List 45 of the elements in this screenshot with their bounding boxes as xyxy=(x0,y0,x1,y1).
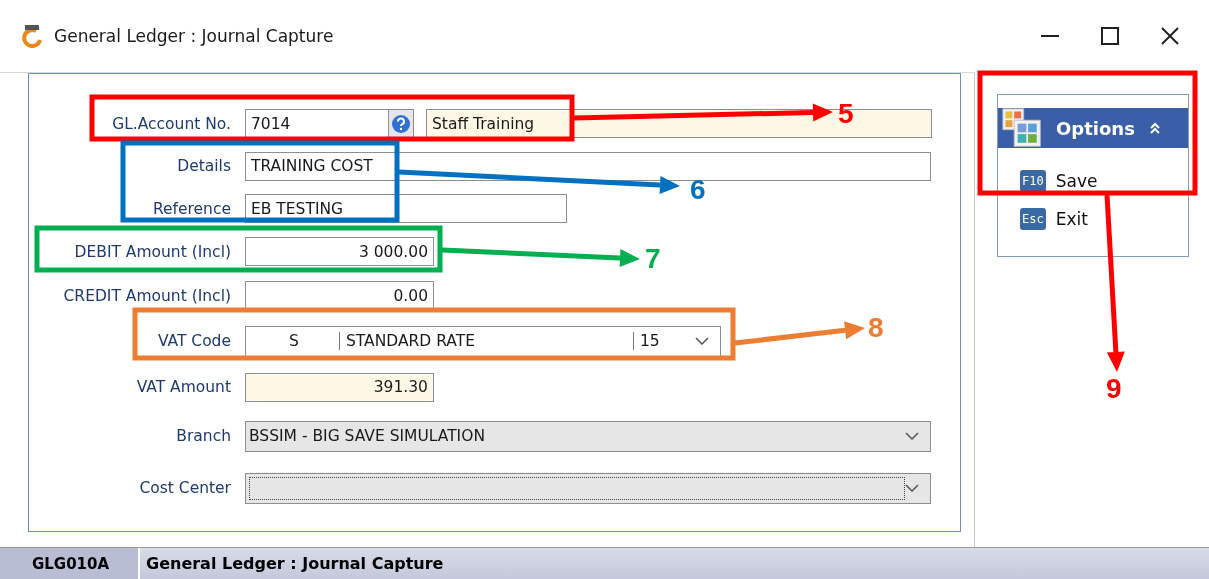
chevron-down-icon xyxy=(695,337,709,345)
vat-code-value: S xyxy=(288,332,300,350)
option-label: Exit xyxy=(1055,209,1088,229)
chevron-down-icon xyxy=(905,432,919,440)
key-badge: Esc xyxy=(1020,208,1046,230)
close-icon[interactable] xyxy=(1161,27,1179,45)
cost-center-dropdown[interactable] xyxy=(245,472,931,504)
option-item[interactable]: Esc Exit xyxy=(998,200,1188,238)
annotation-number: 9 xyxy=(1106,375,1122,403)
credit-amount-field[interactable]: 0.00 xyxy=(245,281,434,310)
option-label: Save xyxy=(1055,171,1098,191)
field-label: VAT Amount xyxy=(135,378,231,396)
field-label: GL.Account No. xyxy=(111,114,231,133)
details-field[interactable]: TRAINING COST xyxy=(245,151,931,181)
options-title: Options xyxy=(1056,117,1135,139)
vat-rate-value: 15 xyxy=(633,332,666,350)
annotation-number: 8 xyxy=(868,314,884,342)
status-title: General Ledger : Journal Capture xyxy=(145,553,444,575)
lookup-button[interactable] xyxy=(388,109,414,138)
option-item[interactable]: F10 Save xyxy=(998,162,1188,200)
app-logo-icon xyxy=(22,24,44,48)
window-title: General Ledger : Journal Capture xyxy=(54,26,334,46)
field-label: CREDIT Amount (Incl) xyxy=(62,286,231,305)
field-label: DEBIT Amount (Incl) xyxy=(73,242,231,261)
vat-description-value: STANDARD RATE xyxy=(339,332,633,350)
status-code: GLG010A xyxy=(0,548,140,579)
field-label: Cost Center xyxy=(138,479,231,497)
field-label: VAT Code xyxy=(156,332,231,350)
field-label: Branch xyxy=(175,427,231,445)
annotation-number: 5 xyxy=(838,100,854,128)
maximize-icon[interactable] xyxy=(1101,27,1119,45)
tiles-icon xyxy=(1002,108,1042,148)
collapse-icon[interactable] xyxy=(1148,122,1161,134)
key-badge: F10 xyxy=(1020,170,1046,192)
account-number-field[interactable]: 7014 xyxy=(245,109,389,138)
options-header[interactable]: Options xyxy=(998,108,1188,148)
vat-amount-field: 391.30 xyxy=(245,372,434,402)
vat-code-dropdown[interactable]: S STANDARD RATE 15 xyxy=(245,325,721,357)
branch-dropdown[interactable]: BSSIM - BIG SAVE SIMULATION xyxy=(245,420,931,452)
help-icon xyxy=(391,113,411,134)
field-label: Reference xyxy=(151,199,231,218)
field-label: Details xyxy=(176,157,231,175)
debit-amount-field[interactable]: 3 000.00 xyxy=(245,237,434,266)
annotation-number: 7 xyxy=(645,245,661,273)
chevron-down-icon xyxy=(905,484,919,492)
